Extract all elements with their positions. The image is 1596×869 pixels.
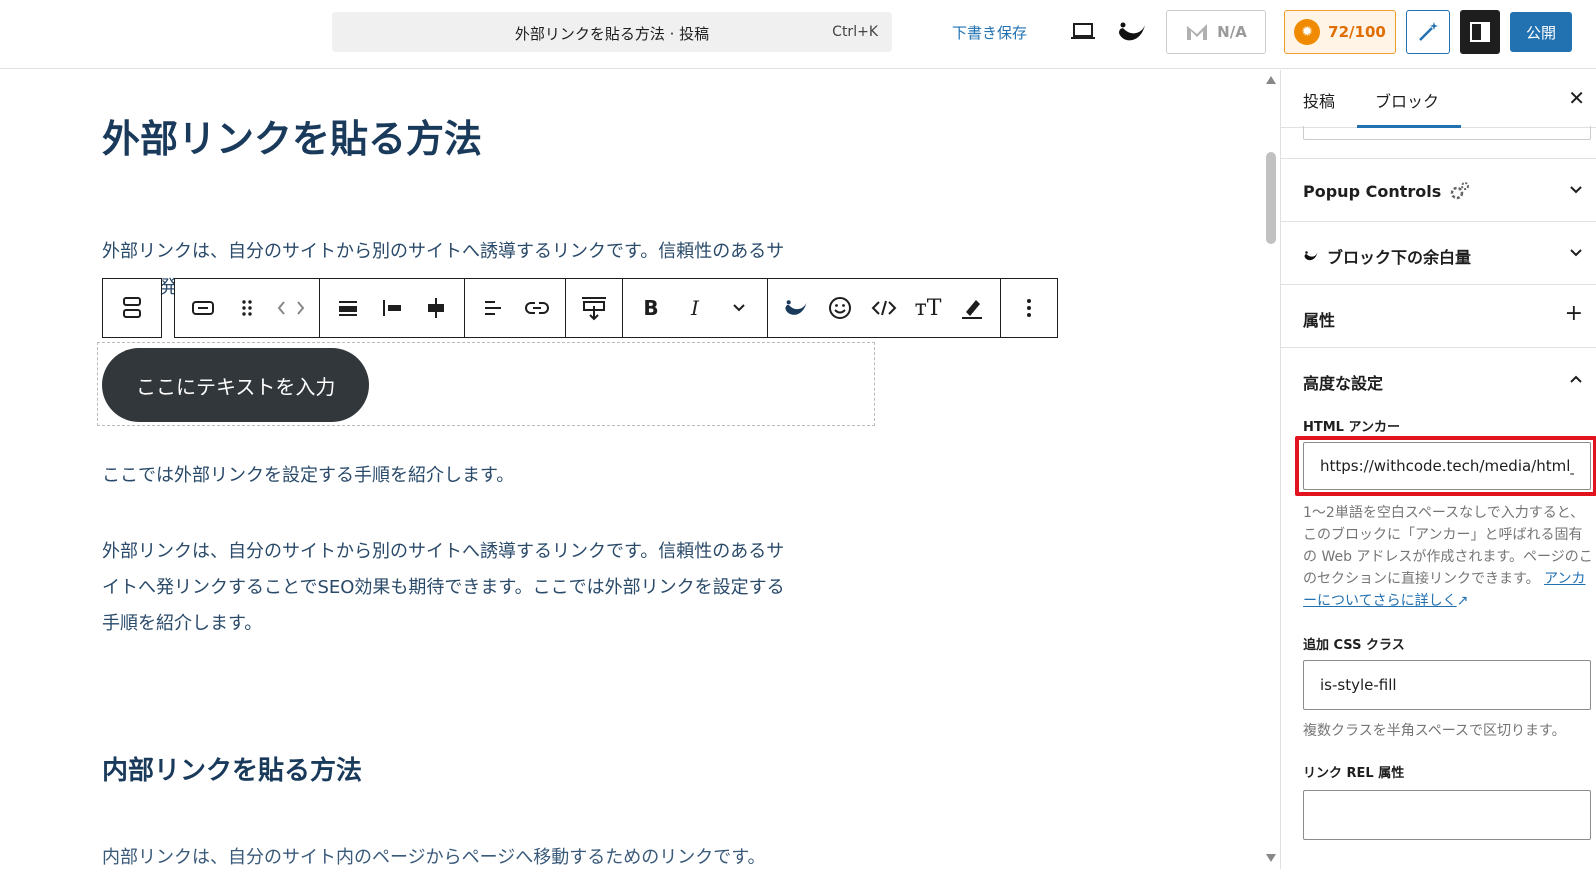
external-link-icon: ↗ — [1456, 593, 1469, 609]
css-class-input[interactable] — [1303, 660, 1591, 710]
button-block[interactable]: ここにテキストを入力 — [102, 348, 370, 422]
section-popup-controls[interactable]: Popup Controls — [1281, 158, 1596, 221]
heading-block[interactable]: 内部リンクを貼る方法 — [102, 750, 362, 787]
toolbar-group-more — [1001, 279, 1057, 337]
popup-controls-label: Popup Controls — [1303, 181, 1442, 201]
paragraph-block-3[interactable]: 外部リンクは、自分のサイトから別のサイトへ誘導するリンクです。信頼性のあるサ イ… — [102, 534, 785, 642]
paragraph-block-1[interactable]: 外部リンクは、自分のサイトから別のサイトへ誘導するリンクです。信頼性のあるサ — [102, 234, 784, 270]
section-attributes[interactable]: 属性 + — [1281, 284, 1596, 347]
magic-wand-icon — [1419, 22, 1438, 41]
emoji-icon[interactable] — [818, 286, 862, 330]
theme-logo-icon[interactable] — [1114, 16, 1150, 48]
toolbar-group-align — [320, 279, 465, 337]
code-icon[interactable] — [862, 286, 906, 330]
sidebar-tabs: 投稿 ブロック ✕ — [1281, 70, 1596, 128]
margin-label: ブロック下の余白量 — [1327, 248, 1472, 267]
text-align-icon[interactable] — [471, 286, 515, 330]
editor-scrollbar[interactable] — [1262, 70, 1280, 869]
tab-post[interactable]: 投稿 — [1303, 88, 1335, 112]
post-title[interactable]: 外部リンクを貼る方法 — [102, 108, 482, 163]
chevron-down-icon[interactable] — [1569, 179, 1583, 200]
scroll-thumb[interactable] — [1266, 152, 1276, 244]
toolbar-group-text — [465, 279, 566, 337]
paragraph-line: 外部リンクは、自分のサイトから別のサイトへ誘導するリンクです。信頼性のあるサ — [102, 541, 785, 562]
m-logo-icon — [1187, 24, 1208, 40]
align-left-icon[interactable] — [370, 286, 414, 330]
height-adjust-icon[interactable] — [572, 286, 616, 330]
italic-icon[interactable]: I — [673, 286, 717, 330]
html-anchor-input[interactable] — [1303, 442, 1591, 490]
toolbar-main: B I тT — [174, 278, 1058, 338]
css-class-label: 追加 CSS クラス — [1303, 638, 1405, 653]
chevron-down-icon[interactable] — [717, 286, 761, 330]
settings-panel-toggle[interactable] — [1460, 10, 1500, 54]
scroll-down-arrow[interactable] — [1266, 854, 1276, 862]
settings-sidebar: 投稿 ブロック ✕ Popup Controls ブロック下の余白量 属性 + … — [1280, 70, 1596, 869]
select-parent-button[interactable] — [102, 278, 162, 338]
toolbar-group-height — [566, 279, 623, 337]
button-block-icon[interactable] — [181, 286, 225, 330]
font-size-icon[interactable]: тT — [906, 286, 950, 330]
theme-logo-icon — [1304, 251, 1318, 261]
toolbar-group-extras: тT — [768, 279, 1001, 337]
preview-desktop-icon[interactable] — [1066, 18, 1100, 46]
section-label-popup: Popup Controls — [1303, 181, 1471, 201]
command-shortcut: Ctrl+K — [832, 24, 878, 40]
paragraph-block-4[interactable]: 内部リンクは、自分のサイト内のページからページへ移動するためのリンクです。 — [102, 840, 765, 869]
section-advanced[interactable]: 高度な設定 — [1281, 347, 1596, 410]
drag-handle-icon[interactable] — [225, 286, 269, 330]
align-center-icon[interactable] — [414, 286, 458, 330]
attributes-label: 属性 — [1303, 311, 1336, 330]
advanced-label: 高度な設定 — [1303, 374, 1384, 393]
score-value: 72/100 — [1328, 23, 1386, 41]
seo-score-button[interactable]: ✹ 72/100 — [1284, 10, 1396, 54]
link-icon[interactable] — [515, 286, 559, 330]
highlighter-icon[interactable] — [950, 286, 994, 330]
section-block-margin[interactable]: ブロック下の余白量 — [1281, 221, 1596, 284]
scroll-up-arrow[interactable] — [1266, 76, 1276, 84]
block-toolbar: B I тT — [102, 278, 1058, 338]
toolbar-group-format: B I — [623, 279, 768, 337]
tab-block[interactable]: ブロック — [1375, 88, 1439, 112]
gear-score-icon: ✹ — [1294, 19, 1321, 45]
paragraph-block-2[interactable]: ここでは外部リンクを設定する手順を紹介します。 — [102, 458, 514, 494]
editor-canvas: 外部リンクを貼る方法 外部リンクは、自分のサイトから別のサイトへ誘導するリンクで… — [0, 70, 1262, 869]
section-label-margin: ブロック下の余白量 — [1303, 244, 1471, 268]
link-rel-label: リンク REL 属性 — [1303, 766, 1405, 781]
ai-wand-button[interactable] — [1406, 10, 1450, 54]
chevron-up-icon[interactable] — [1569, 368, 1583, 389]
previous-field-stub — [1303, 126, 1591, 140]
html-anchor-label: HTML アンカー — [1303, 420, 1400, 435]
close-icon[interactable]: ✕ — [1568, 86, 1585, 110]
css-class-help: 複数クラスを半角スペースで区切ります。 — [1303, 723, 1566, 739]
toolbar-group-block — [175, 279, 320, 337]
seo-na-button[interactable]: N/A — [1166, 10, 1266, 54]
gears-icon — [1451, 182, 1470, 200]
paragraph-line: 手順を紹介します。 — [102, 613, 263, 634]
top-toolbar: 外部リンクを貼る方法 · 投稿 Ctrl+K 下書き保存 N/A ✹ 72/10… — [0, 0, 1596, 69]
justify-icon[interactable] — [326, 286, 370, 330]
chevron-down-icon[interactable] — [1569, 242, 1583, 263]
more-options-icon[interactable] — [1007, 286, 1051, 330]
bold-icon[interactable]: B — [629, 286, 673, 330]
anchor-help-text: 1〜2単語を空白スペースなしで入力すると、このブロックに「アンカー」と呼ばれる固… — [1303, 502, 1593, 612]
theme-logo-icon[interactable] — [774, 286, 818, 330]
sidebar-toggle-icon — [1470, 22, 1490, 42]
plus-icon[interactable]: + — [1565, 301, 1583, 326]
command-palette-button[interactable]: 外部リンクを貼る方法 · 投稿 Ctrl+K — [332, 12, 892, 52]
link-rel-input[interactable] — [1303, 790, 1591, 840]
save-draft-button[interactable]: 下書き保存 — [952, 22, 1027, 43]
buttons-parent-icon — [123, 297, 141, 318]
publish-button[interactable]: 公開 — [1510, 12, 1572, 52]
command-title: 外部リンクを貼る方法 · 投稿 — [514, 25, 710, 43]
move-arrows-icon[interactable] — [269, 286, 313, 330]
paragraph-line: イトへ発リンクすることでSEO効果も期待できます。ここでは外部リンクを設定する — [102, 577, 785, 598]
na-label: N/A — [1217, 23, 1247, 41]
